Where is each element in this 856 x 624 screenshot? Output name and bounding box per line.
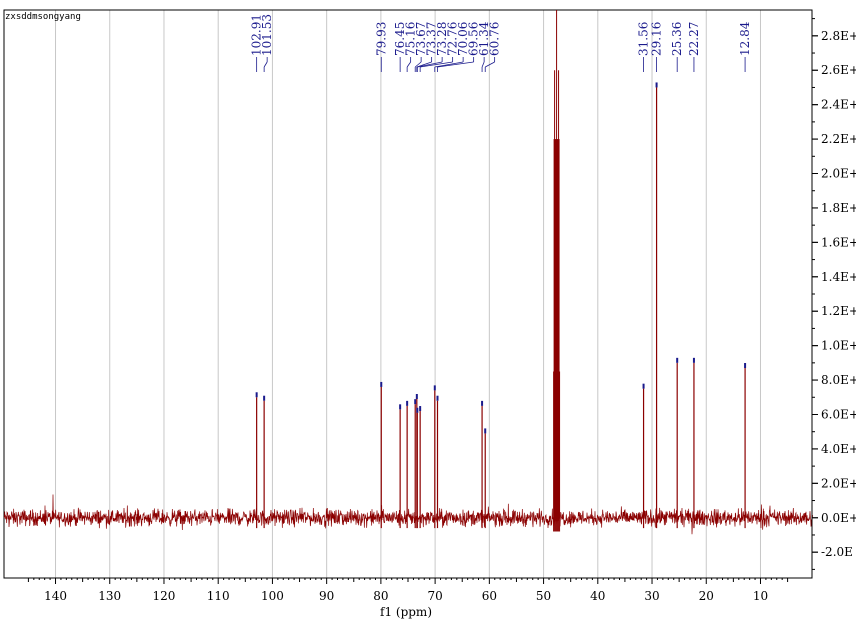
y-tick-label: 2.2E+: [821, 132, 856, 146]
y-tick-label: 4.0E+: [821, 442, 856, 456]
y-tick-label: 2.8E+: [821, 29, 856, 43]
plot-frame: [3, 9, 813, 579]
baseline-noise-trace: [3, 494, 814, 535]
y-tick-label: 6.0E+: [821, 407, 856, 421]
y-tick-label: 1.0E+: [821, 339, 856, 353]
spectrum-svg: 102.91101.53 79.93 76.4575.1673.6773.3773.…: [3, 9, 856, 619]
peak-labels-layer: 102.91101.53 79.93 76.4575.1673.6773.3773.…: [250, 14, 752, 72]
peak-leader-diagonal: [406, 61, 411, 68]
x-tick-label: 60: [482, 589, 497, 603]
x-tick-label: 90: [319, 589, 334, 603]
peak-marker: [399, 404, 402, 410]
peak-marker: [484, 428, 487, 434]
y-tick-label: 1.6E+: [821, 235, 856, 249]
x-tick-label: 130: [98, 589, 121, 603]
peak-leader-diagonal: [481, 61, 485, 68]
peak-marker: [481, 400, 484, 406]
y-tick-label: -2.0E: [821, 545, 853, 559]
y-tick-label: 2.4E+: [821, 98, 856, 112]
grid-layer: [55, 10, 761, 578]
x-tick-label: 100: [261, 589, 284, 603]
peak-marker: [255, 392, 258, 398]
peak-marker: [744, 363, 747, 369]
y-tick-label: 1.4E+: [821, 270, 856, 284]
peak-leader-diagonal: [485, 61, 495, 68]
peak-marker: [406, 400, 409, 406]
plot-border: [3, 9, 813, 579]
x-tick-label: 30: [644, 589, 659, 603]
peak-label: 79.93: [374, 22, 388, 56]
x-tick-label: 110: [207, 589, 230, 603]
x-tick-label: 20: [699, 589, 714, 603]
peak-marker: [415, 393, 418, 399]
x-tick-label: 10: [753, 589, 768, 603]
peak-marker: [416, 407, 419, 413]
peak-label: 25.36: [670, 22, 684, 56]
x-tick-label: 50: [536, 589, 551, 603]
x-tick-label: 70: [427, 589, 442, 603]
y-tick-label: 2.6E+: [821, 63, 856, 77]
x-tick-label: 120: [153, 589, 176, 603]
peak-marker: [436, 395, 439, 401]
peak-marker: [419, 406, 422, 412]
y-tick-label: 2.0E+: [821, 167, 856, 181]
y-tick-label: 1.8E+: [821, 201, 856, 215]
x-tick-label: 140: [44, 589, 67, 603]
y-tick-label: 8.0E+: [821, 373, 856, 387]
spectrum-trace-layer: [3, 10, 814, 535]
peak-marker: [692, 357, 695, 363]
peak-marker: [414, 399, 417, 405]
peak-marker: [642, 383, 645, 389]
peak-leader-diagonal: [263, 61, 268, 68]
y-tick-label: 2.0E+: [821, 476, 856, 490]
peak-leader-diagonal: [437, 61, 474, 68]
y-tick-label: 1.2E+: [821, 304, 856, 318]
peak-marker: [380, 381, 383, 387]
peak-marker: [433, 385, 436, 391]
peak-marks-layer: [255, 82, 747, 529]
peak-label: 101.53: [260, 14, 274, 56]
x-tick-label: 40: [590, 589, 605, 603]
peak-marker: [655, 82, 658, 88]
nmr-spectrum-chart: 102.91 101.53 79.93 76.45 75.16 73.67 73.37 73.…: [0, 0, 856, 624]
peak-label: 60.76: [488, 22, 502, 56]
peak-label: 31.56: [637, 22, 651, 56]
peak-marker: [676, 357, 679, 363]
x-axis-label: f1 (ppm): [380, 605, 432, 619]
y-tick-label: 0.0E+: [821, 511, 856, 525]
x-tick-label: 80: [373, 589, 388, 603]
peak-label: 12.84: [738, 21, 752, 56]
peak-label: 29.16: [650, 22, 664, 56]
sample-label: zxsddmsongyang: [5, 12, 81, 22]
peak-label: 22.27: [687, 22, 701, 56]
peak-marker: [263, 395, 266, 401]
